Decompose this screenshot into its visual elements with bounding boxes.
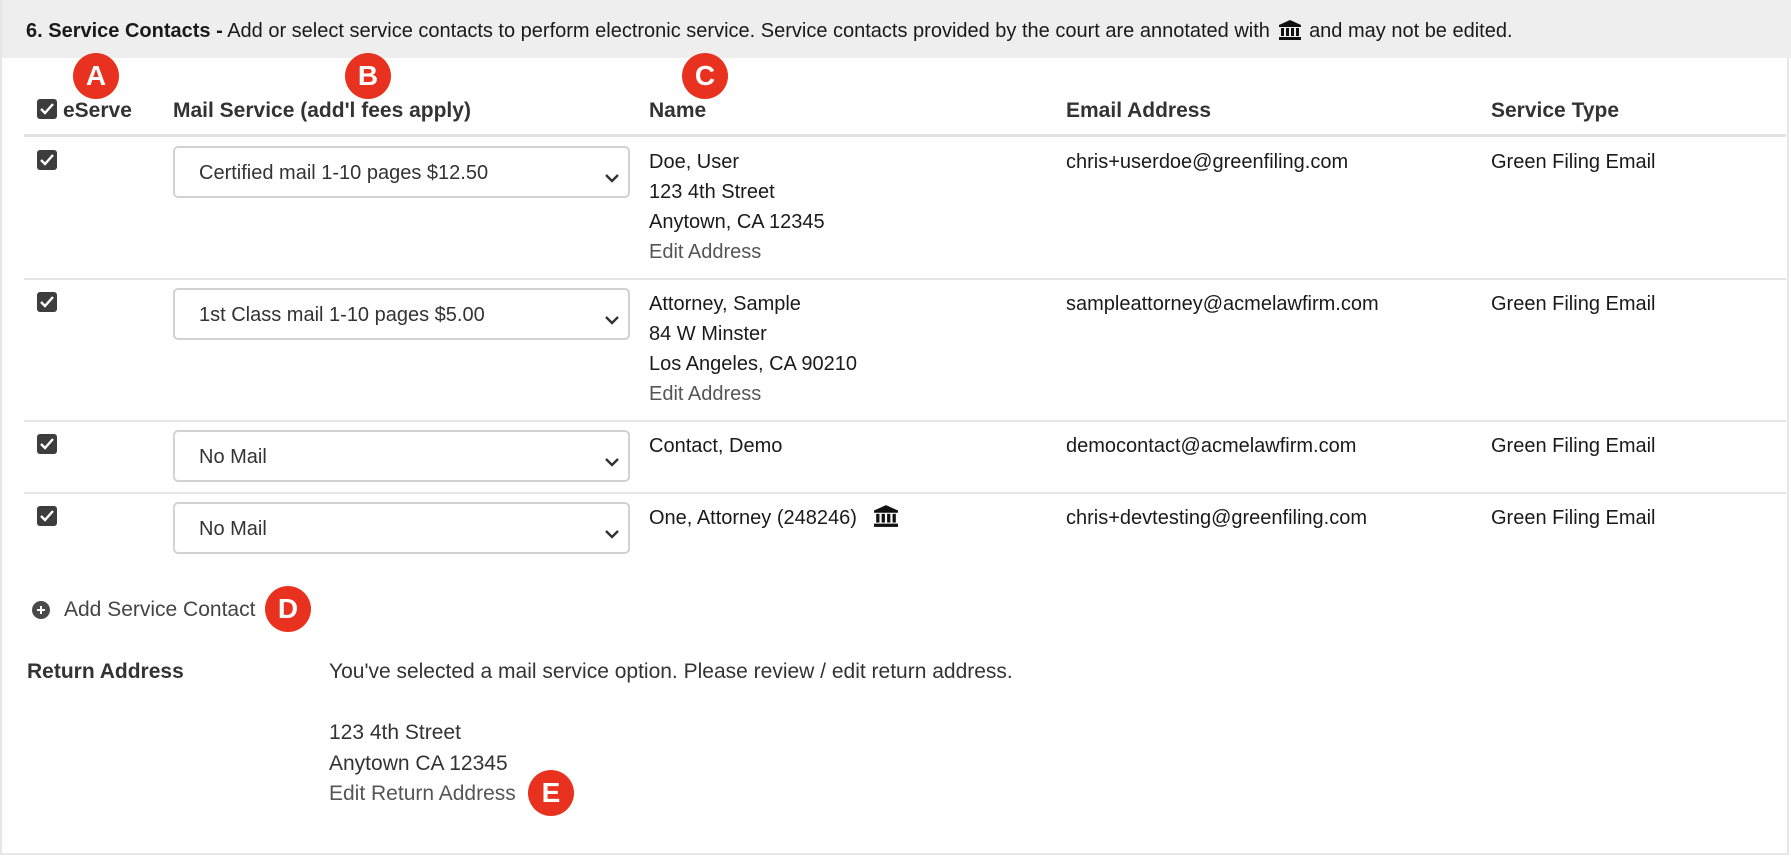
contact-service-type: Green Filing Email <box>1491 507 1656 529</box>
col-header-name: Name <box>649 99 707 122</box>
section-title: 6. Service Contacts - <box>26 20 223 42</box>
chevron-down-icon <box>604 522 620 545</box>
contact-name-cell: One, Attorney (248246) <box>649 503 899 536</box>
contact-email: chris+devtesting@greenfiling.com <box>1066 507 1368 529</box>
edit-address-link[interactable]: Edit Address <box>649 379 857 409</box>
mail-service-value: No Mail <box>199 518 267 540</box>
row-divider <box>24 278 1786 280</box>
mail-service-select[interactable]: No Mail <box>173 502 630 554</box>
plus-circle-icon <box>32 601 50 619</box>
eserve-checkbox[interactable] <box>37 434 57 454</box>
bank-icon <box>1278 20 1301 46</box>
contact-name-cell: Doe, User 123 4th Street Anytown, CA 123… <box>649 147 825 267</box>
return-address-label: Return Address <box>27 660 184 683</box>
contact-address-line1: 84 W Minster <box>649 323 767 345</box>
col-header-mail-service: Mail Service (add'l fees apply) <box>173 99 471 122</box>
mail-service-value: Certified mail 1-10 pages $12.50 <box>199 162 489 184</box>
callout-badge-c: C <box>682 53 728 99</box>
mail-service-select[interactable]: No Mail <box>173 430 630 482</box>
contact-service-type: Green Filing Email <box>1491 435 1656 457</box>
select-all-eserve-checkbox[interactable] <box>37 99 57 119</box>
contact-name: Doe, User <box>649 151 740 173</box>
edit-address-link[interactable]: Edit Address <box>649 237 825 267</box>
contact-name-cell: Attorney, Sample 84 W Minster Los Angele… <box>649 289 857 409</box>
contact-address-line1: 123 4th Street <box>649 181 775 203</box>
row-divider <box>24 492 1786 494</box>
section-description-end: and may not be edited. <box>1309 20 1513 42</box>
callout-badge-b: B <box>345 53 391 99</box>
chevron-down-icon <box>604 450 620 473</box>
contact-service-type: Green Filing Email <box>1491 293 1656 315</box>
header-divider <box>24 134 1786 137</box>
eserve-checkbox[interactable] <box>37 150 57 170</box>
section-description: Add or select service contacts to perfor… <box>227 20 1270 42</box>
chevron-down-icon <box>604 308 620 331</box>
mail-service-value: No Mail <box>199 446 267 468</box>
mail-service-select[interactable]: Certified mail 1-10 pages $12.50 <box>173 146 630 198</box>
contact-address-line2: Anytown, CA 12345 <box>649 211 825 233</box>
contact-name: Contact, Demo <box>649 435 783 457</box>
contact-email: sampleattorney@acmelawfirm.com <box>1066 293 1379 315</box>
mail-service-value: 1st Class mail 1-10 pages $5.00 <box>199 304 485 326</box>
eserve-checkbox[interactable] <box>37 292 57 312</box>
return-address-line2: Anytown CA 12345 <box>329 752 508 775</box>
callout-badge-e: E <box>528 770 574 816</box>
section-header: 6. Service Contacts - Add or select serv… <box>2 0 1791 58</box>
add-service-contact-link[interactable]: Add Service Contact <box>32 598 255 622</box>
contact-email: chris+userdoe@greenfiling.com <box>1066 151 1349 173</box>
edit-return-address-link[interactable]: Edit Return Address <box>329 782 516 806</box>
callout-badge-a: A <box>73 53 119 99</box>
return-address-line1: 123 4th Street <box>329 721 461 744</box>
contact-name: One, Attorney (248246) <box>649 507 857 529</box>
col-header-service-type: Service Type <box>1491 99 1620 122</box>
contact-email: democontact@acmelawfirm.com <box>1066 435 1357 457</box>
col-header-email: Email Address <box>1066 99 1212 122</box>
add-service-contact-label: Add Service Contact <box>64 598 256 621</box>
contact-service-type: Green Filing Email <box>1491 151 1656 173</box>
service-contacts-panel: 6. Service Contacts - Add or select serv… <box>0 0 1791 855</box>
row-divider <box>24 420 1786 422</box>
contact-name: Attorney, Sample <box>649 293 801 315</box>
return-address-notice: You've selected a mail service option. P… <box>329 660 1013 683</box>
chevron-down-icon <box>604 166 620 189</box>
col-header-eserve: eServe <box>63 99 132 122</box>
callout-badge-d: D <box>265 586 311 632</box>
mail-service-select[interactable]: 1st Class mail 1-10 pages $5.00 <box>173 288 630 340</box>
bank-icon <box>874 505 899 536</box>
contact-address-line2: Los Angeles, CA 90210 <box>649 353 857 375</box>
eserve-checkbox[interactable] <box>37 506 57 526</box>
